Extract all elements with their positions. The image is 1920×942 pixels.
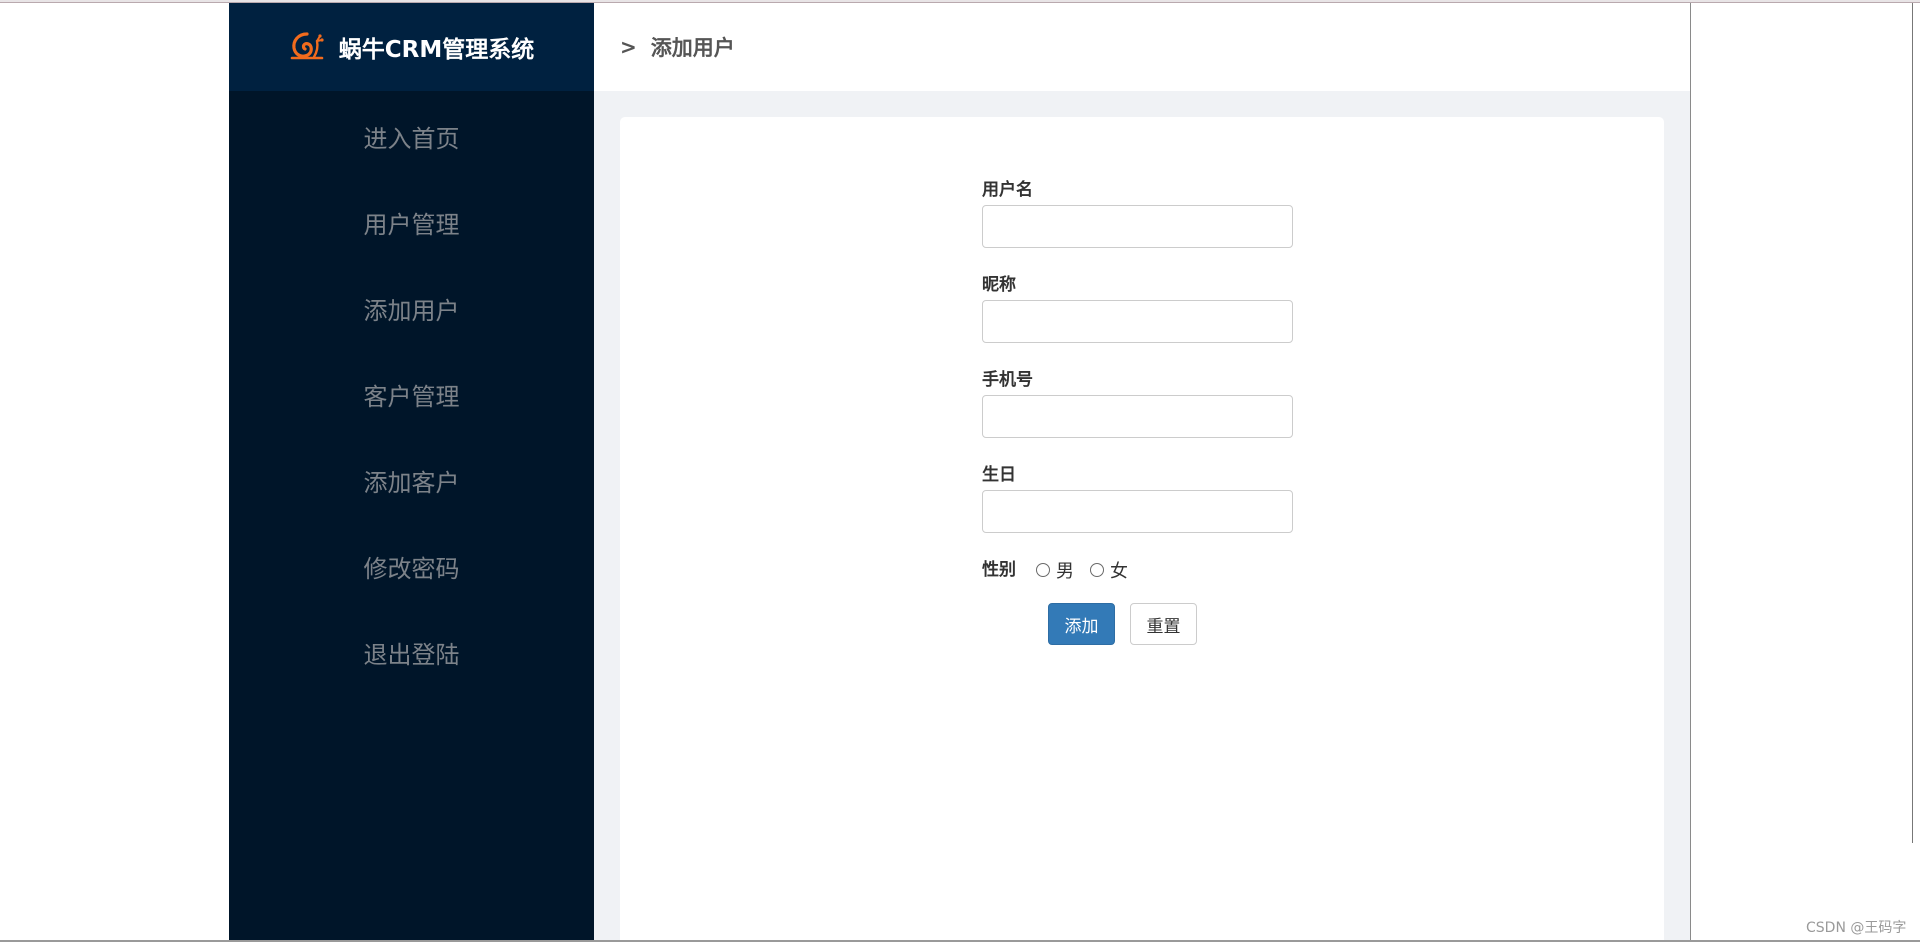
gender-female-radio[interactable]: [1090, 563, 1104, 577]
gender-male-radio[interactable]: [1036, 563, 1050, 577]
breadcrumb-separator: >: [620, 35, 637, 59]
breadcrumb: > 添加用户: [594, 3, 1690, 91]
nickname-input[interactable]: [982, 300, 1293, 343]
sidebar-menu: 进入首页 用户管理 添加用户 客户管理 添加客户 修改密码 退出登陆: [229, 93, 594, 695]
snail-icon: [290, 32, 324, 60]
nickname-label: 昵称: [982, 275, 1016, 295]
gender-male-label[interactable]: 男: [1056, 557, 1074, 583]
logo-bar: 蜗牛CRM管理系统: [229, 3, 594, 91]
sidebar-item-customer-management[interactable]: 客户管理: [229, 351, 594, 437]
scrollbar[interactable]: [1912, 3, 1916, 843]
page-title: 添加用户: [650, 36, 735, 60]
sidebar-item-user-management[interactable]: 用户管理: [229, 179, 594, 265]
watermark: CSDN @王码字: [1806, 920, 1907, 936]
birthday-input[interactable]: [982, 490, 1293, 533]
username-label: 用户名: [982, 180, 1033, 200]
phone-label: 手机号: [982, 370, 1033, 390]
form-panel: 用户名 昵称 手机号 生日 性别 男 女 添加 重置: [620, 117, 1664, 941]
phone-input[interactable]: [982, 395, 1293, 438]
username-input[interactable]: [982, 205, 1293, 248]
birthday-label: 生日: [982, 465, 1016, 485]
app-frame: 蜗牛CRM管理系统 进入首页 用户管理 添加用户 客户管理 添加客户 修改密码 …: [229, 3, 1691, 941]
gender-female-label[interactable]: 女: [1110, 557, 1128, 583]
gender-row: 性别 男 女: [982, 557, 1294, 583]
sidebar-item-home[interactable]: 进入首页: [229, 93, 594, 179]
add-button[interactable]: 添加: [1048, 603, 1115, 645]
gender-label: 性别: [982, 560, 1016, 580]
add-user-form: 用户名 昵称 手机号 生日 性别 男 女 添加 重置: [982, 179, 1294, 645]
form-buttons: 添加 重置: [1048, 603, 1360, 645]
sidebar-item-add-customer[interactable]: 添加客户: [229, 437, 594, 523]
app-title: 蜗牛CRM管理系统: [338, 37, 535, 63]
sidebar-item-change-password[interactable]: 修改密码: [229, 523, 594, 609]
sidebar: 蜗牛CRM管理系统 进入首页 用户管理 添加用户 客户管理 添加客户 修改密码 …: [229, 3, 594, 941]
sidebar-item-logout[interactable]: 退出登陆: [229, 609, 594, 695]
reset-button[interactable]: 重置: [1130, 603, 1197, 645]
sidebar-item-add-user[interactable]: 添加用户: [229, 265, 594, 351]
main-area: > 添加用户 用户名 昵称 手机号 生日 性别 男 女 添加 重置: [594, 3, 1690, 941]
